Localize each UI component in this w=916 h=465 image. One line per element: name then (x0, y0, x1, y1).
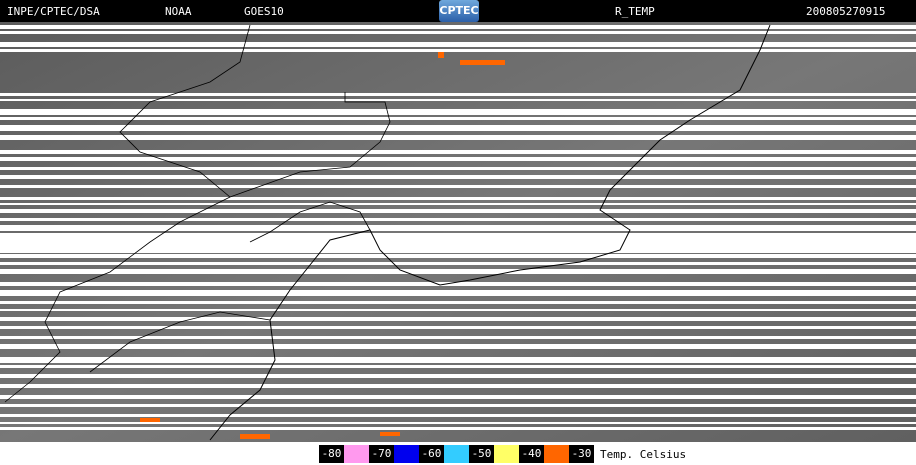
missing-scanline (0, 422, 916, 424)
legend-label: -40 (519, 445, 544, 463)
missing-scanline (0, 25, 916, 29)
timestamp-label: 200805270915 (806, 5, 886, 18)
missing-scanline (0, 185, 916, 188)
missing-scanline (0, 290, 916, 296)
temperature-legend: -80 -70 -60 -50 -40 -30 Temp. Celsius (319, 444, 686, 464)
org-label: INPE/CPTEC/DSA (7, 5, 100, 18)
missing-scanline (0, 269, 916, 274)
missing-scanline (0, 117, 916, 120)
missing-scanline (0, 150, 916, 154)
missing-scanline (0, 197, 916, 200)
legend-swatch (494, 445, 519, 463)
product-label: R_TEMP (615, 5, 655, 18)
legend-swatch (444, 445, 469, 463)
missing-scanline (0, 175, 916, 179)
missing-scanline (0, 309, 916, 311)
header-bar: INPE/CPTEC/DSA NOAA GOES10 CPTEC R_TEMP … (0, 0, 916, 22)
missing-scanline (0, 203, 916, 205)
legend-label: -30 (569, 445, 594, 463)
missing-scanline (0, 374, 916, 378)
missing-scanline (0, 254, 916, 258)
missing-scanline (0, 384, 916, 388)
missing-scanline (0, 404, 916, 407)
missing-scanline (0, 218, 916, 221)
cptec-logo: CPTEC (439, 0, 479, 22)
missing-scanline (0, 49, 916, 52)
missing-scanline (0, 317, 916, 321)
missing-scanline (0, 209, 916, 213)
legend-swatch (544, 445, 569, 463)
missing-scanline (0, 225, 916, 231)
missing-scanline (0, 135, 916, 140)
missing-scanline (0, 282, 916, 286)
satellite-image (0, 22, 916, 442)
legend-swatch (344, 445, 369, 463)
legend-title: Temp. Celsius (600, 447, 687, 461)
missing-scanline (0, 301, 916, 304)
missing-scanline (0, 167, 916, 170)
agency-label: NOAA (165, 5, 192, 18)
missing-scanline (0, 157, 916, 161)
missing-scanline (0, 395, 916, 399)
legend-swatch (394, 445, 419, 463)
missing-scanline (0, 414, 916, 417)
legend-label: -70 (369, 445, 394, 463)
missing-scanline (0, 31, 916, 34)
legend-label: -60 (419, 445, 444, 463)
missing-scanline (0, 262, 916, 265)
missing-scanline (0, 344, 916, 349)
missing-scanline (0, 357, 916, 363)
missing-scanline (0, 427, 916, 430)
legend-label: -50 (469, 445, 494, 463)
missing-scanline (0, 99, 916, 101)
cloud-field (0, 22, 916, 442)
missing-scanline (0, 125, 916, 131)
missing-scanline (0, 365, 916, 368)
missing-scanline (0, 326, 916, 329)
missing-scanline (0, 336, 916, 339)
legend-label: -80 (319, 445, 344, 463)
satellite-label: GOES10 (244, 5, 284, 18)
missing-scanline (0, 233, 916, 253)
missing-scanline (0, 42, 916, 47)
missing-scanline (0, 93, 916, 96)
